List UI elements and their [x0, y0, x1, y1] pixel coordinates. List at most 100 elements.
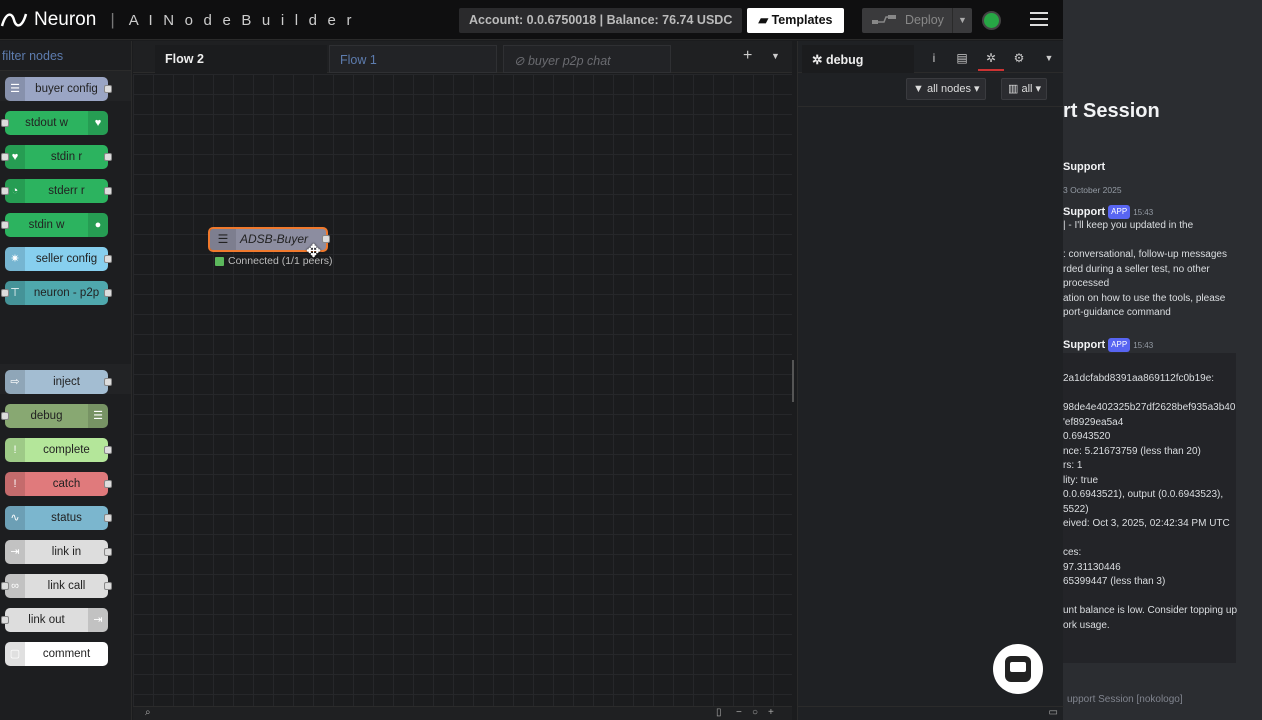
palette-node-label: link call — [47, 580, 86, 592]
disabled-icon: ⊘ — [514, 54, 528, 68]
robot-chat-icon — [1005, 656, 1031, 682]
debug-clear-button[interactable]: ▥ all ▾ — [1001, 78, 1047, 100]
chat-line — [1063, 590, 1237, 605]
gear-icon[interactable]: ⚙ — [1006, 45, 1032, 71]
account-balance[interactable]: Account: 0.0.6750018 | Balance: 76.74 US… — [459, 8, 743, 33]
input-port — [1, 289, 9, 297]
comment-icon: ▢ — [5, 642, 25, 666]
palette-node-complete[interactable]: ! complete — [5, 438, 112, 462]
palette-node-label: neuron - p2p — [33, 287, 100, 299]
palette-node-seller-config[interactable]: ✷ seller config — [5, 247, 112, 271]
chat-line — [1063, 387, 1237, 402]
status-dot-icon — [215, 256, 224, 266]
workspace-footer: ⌕ ▯ − ○ + — [133, 706, 792, 720]
flow-node-label: ADSB-Buyer — [240, 232, 309, 246]
palette-node-label: stderr r — [48, 185, 85, 197]
list-icon: ☰ — [5, 77, 25, 101]
chat-line: unt balance is low. Consider topping up — [1063, 605, 1238, 616]
tab-flow-1[interactable]: Flow 1 — [329, 45, 497, 73]
templates-button[interactable]: ▰ Templates — [747, 8, 844, 33]
palette-node-comment[interactable]: ▢ comment — [5, 642, 108, 666]
palette-node-label: inject — [53, 376, 80, 388]
brand-name: Neuron — [34, 9, 97, 30]
output-port — [104, 85, 112, 93]
chat-bot-button[interactable] — [993, 644, 1043, 694]
palette-node-stdin-w[interactable]: ● stdin w — [1, 213, 108, 237]
output-port[interactable] — [322, 235, 330, 243]
palette-node-debug[interactable]: ☰ debug — [1, 404, 108, 428]
input-port — [1, 119, 9, 127]
map-icon[interactable]: ▯ — [716, 707, 722, 718]
tab-flow-2[interactable]: Flow 2 — [155, 45, 327, 73]
chat-channel: Support — [1063, 161, 1106, 173]
trash-icon: ▥ — [1008, 83, 1022, 95]
input-port — [1, 153, 9, 161]
palette-node-status[interactable]: ∿ status — [5, 506, 112, 530]
top-header: Neuron | A I N o d e B u i l d e r Accou… — [0, 0, 1063, 40]
input-port — [1, 582, 9, 590]
tabs-menu-caret-icon[interactable]: ▼ — [771, 51, 780, 61]
connection-status-indicator[interactable] — [982, 11, 1001, 30]
chat-line: lity: true — [1063, 474, 1099, 486]
zoom-out-icon[interactable]: − — [736, 707, 742, 718]
output-port — [104, 187, 112, 195]
chat-line: ces: — [1063, 547, 1082, 558]
palette-node-label: stdout w — [25, 117, 68, 129]
chat-line: | - I'll keep you updated in the — [1063, 220, 1194, 231]
flow-canvas[interactable]: ☰ ADSB-Buyer ✥ Connected (1/1 peers) — [133, 74, 792, 706]
chat-line: : conversational, follow-up messages — [1063, 249, 1227, 260]
palette-node-inject[interactable]: ⇨ inject — [5, 370, 112, 394]
chat-input[interactable]: upport Session [nokologo] — [1063, 688, 1262, 714]
palette-node-stdout-w[interactable]: ♥ stdout w — [1, 111, 108, 135]
chat-line: eived: Oct 3, 2025, 02:42:34 PM UTC — [1063, 518, 1230, 529]
chat-line: rded during a seller test, no other — [1063, 263, 1210, 275]
palette-node-catch[interactable]: ! catch — [5, 472, 112, 496]
palette-node-link-out[interactable]: ⇥ link out — [1, 608, 108, 632]
panel-splitter[interactable] — [792, 360, 794, 402]
deploy-button[interactable]: Deploy ▼ — [862, 8, 972, 33]
pulse-icon: ∿ — [5, 506, 25, 530]
palette-node-stdin-r[interactable]: ♥ stdin r — [1, 145, 112, 169]
debug-bug-icon[interactable]: ✲ — [978, 45, 1004, 71]
zoom-reset-icon[interactable]: ○ — [752, 707, 758, 718]
output-port — [104, 514, 112, 522]
output-port — [104, 480, 112, 488]
hamburger-menu-icon[interactable] — [1030, 12, 1048, 28]
chat-line — [1063, 234, 1227, 249]
palette-node-label: debug — [30, 410, 63, 422]
chat-message-2-header: Support APP 15:43 — [1063, 338, 1154, 352]
brand-logo: Neuron | A I N o d e B u i l d e r — [0, 9, 355, 31]
chat-line: 98de4e402325b27df2628bef935a3b40 — [1063, 402, 1236, 413]
tab-debug[interactable]: ✲ debug — [802, 45, 914, 73]
input-port — [1, 221, 9, 229]
background-chat-window: rt Session Support 3 October 2025 Suppor… — [1063, 0, 1262, 720]
flow-tabs: Flow 2 Flow 1 ⊘ buyer p2p chat + ▼ — [133, 41, 792, 73]
input-port — [1, 616, 9, 624]
chat-line: 97.31130446 — [1063, 561, 1121, 573]
chat-message-2-body: 2a1dcfabd8391aa869112fc0b19e: 98de4e40232… — [1063, 372, 1237, 633]
filter-nodes-input[interactable]: filter nodes — [0, 41, 131, 71]
tab-buyer-p2p-chat[interactable]: ⊘ buyer p2p chat — [503, 45, 671, 73]
user-icon: ● — [88, 213, 108, 237]
palette-node-link-in[interactable]: ⇥ link in — [5, 540, 112, 564]
chat-line: ork usage. — [1063, 619, 1110, 631]
palette-node-link-call[interactable]: ∞ link call — [1, 574, 112, 598]
book-icon[interactable]: ▤ — [949, 45, 975, 71]
bug-icon: ✲ — [812, 53, 826, 67]
chat-line: rs: 1 — [1063, 460, 1083, 471]
search-icon[interactable]: ⌕ — [145, 707, 151, 718]
debug-filter-select[interactable]: ▼ all nodes ▾ — [906, 78, 986, 100]
palette-node-buyer-config[interactable]: ☰ buyer config — [5, 77, 112, 101]
palette-node-label: link in — [51, 546, 82, 558]
sidebar-menu-caret-icon[interactable]: ▼ — [1036, 45, 1062, 71]
debug-sidebar: ✲ debug i ▤ ✲ ⚙ ▼ ▼ all nodes ▾ ▥ all ▾ … — [797, 41, 1064, 720]
zoom-in-icon[interactable]: + — [768, 707, 774, 718]
info-icon[interactable]: i — [921, 45, 947, 71]
palette-node-stderr-r[interactable]: ◔ stderr r — [1, 179, 112, 203]
sidebar-tabs: ✲ debug i ▤ ✲ ⚙ ▼ — [798, 41, 1063, 73]
link-arrow-icon: ⇥ — [88, 608, 108, 632]
add-flow-icon[interactable]: + — [743, 47, 752, 65]
popout-icon[interactable]: ▭ — [1049, 707, 1058, 718]
palette-node-neuron-p2p[interactable]: ⊤ neuron - p2p — [1, 281, 112, 305]
deploy-menu-caret-icon[interactable]: ▼ — [952, 8, 972, 33]
